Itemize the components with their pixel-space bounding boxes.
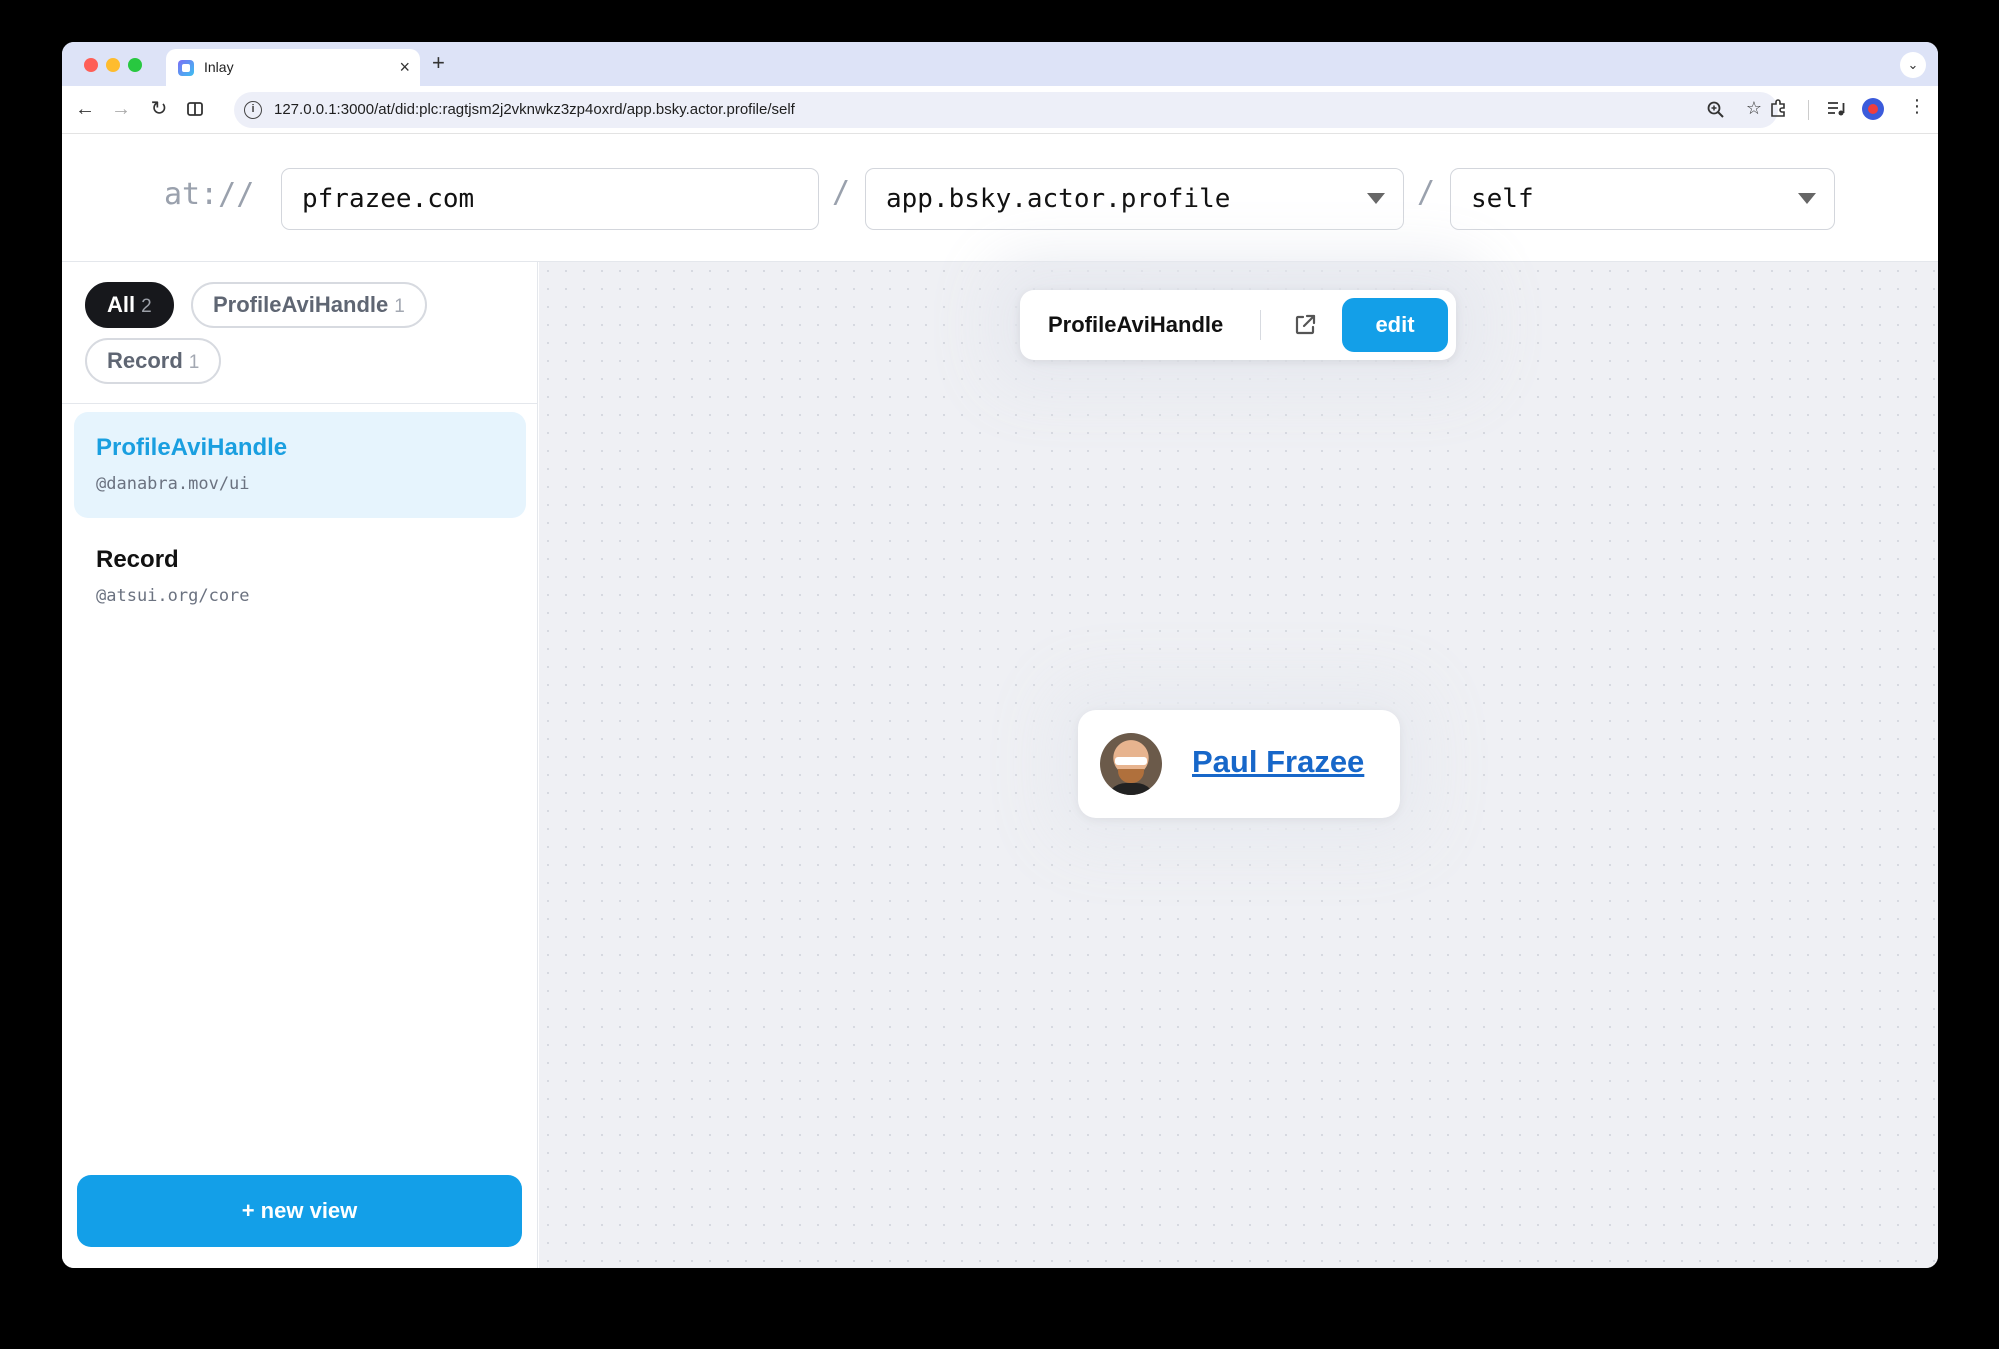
reload-icon[interactable]: ↻ [146,96,172,122]
chevron-down-icon [1798,193,1816,204]
browser-window: Inlay × + ⌄ ← → ↻ i 127.0.0.1:3000/at/di… [62,42,1938,1268]
zoom-icon[interactable] [1706,98,1726,125]
at-protocol-label: at:// [164,177,255,212]
preview-view-title: ProfileAviHandle [1048,312,1224,337]
filter-chip-record[interactable]: Record 1 [85,338,222,384]
browser-tab[interactable]: Inlay × [166,49,420,86]
address-bar[interactable]: i 127.0.0.1:3000/at/did:plc:ragtjsm2j2vk… [234,92,1778,128]
info-icon[interactable]: i [244,101,262,119]
views-sidebar: All 2 ProfileAviHandle 1 Record 1 ProfileAv… [62,262,538,1268]
avatar-glasses [1115,757,1147,765]
filter-chip-profileavihandle[interactable]: ProfileAviHandle 1 [191,282,427,328]
view-item-source: @atsui.org/core [96,586,250,606]
preview-toolbar-divider [1260,310,1261,340]
chevron-down-icon [1367,193,1385,204]
filter-chip-count: 1 [394,296,405,317]
close-window-button[interactable] [84,58,98,72]
tab-strip: Inlay × + ⌄ [62,42,1938,86]
handle-input[interactable]: pfrazee.com [281,168,819,230]
filter-chip-all[interactable]: All 2 [85,282,174,328]
new-view-button[interactable]: + new view [77,1175,522,1247]
avatar-beard [1118,769,1144,783]
rkey-select-value: self [1471,184,1534,214]
avatar-shirt [1106,783,1156,795]
url-text: 127.0.0.1:3000/at/did:plc:ragtjsm2j2vknw… [274,101,795,118]
media-control-icon[interactable] [1826,96,1846,123]
tab-search-chevron-icon[interactable]: ⌄ [1900,52,1926,78]
profile-display-name-link[interactable]: Paul Frazee [1192,744,1364,780]
avatar[interactable] [1100,733,1162,795]
collection-select-value: app.bsky.actor.profile [886,184,1231,214]
at-uri-bar: at:// pfrazee.com / app.bsky.actor.profi… [62,135,1938,262]
arrow-right-icon[interactable]: → [108,96,134,122]
view-item-profileavihandle[interactable]: ProfileAviHandle @danabra.mov/ui [74,412,526,518]
rkey-select[interactable]: self [1450,168,1835,230]
minimize-window-button[interactable] [106,58,120,72]
filter-chip-count: 1 [188,352,200,373]
star-icon[interactable]: ☆ [1746,98,1762,119]
arrow-left-icon[interactable]: ← [72,96,98,122]
tab-close-icon[interactable]: × [399,57,410,77]
handle-input-value: pfrazee.com [302,184,475,214]
inlay-favicon-icon [178,60,194,76]
filter-chip-label: ProfileAviHandle [213,292,389,317]
puzzle-icon[interactable] [1768,96,1788,123]
preview-canvas: ProfileAviHandle edit Paul Frazee [539,262,1938,1268]
sidebar-divider [62,403,537,404]
external-link-icon[interactable] [1292,312,1318,338]
view-item-record[interactable]: Record @atsui.org/core [74,524,526,630]
filter-chip-label: Record [107,348,183,373]
view-item-name: ProfileAviHandle [96,434,288,461]
uri-separator: / [832,175,851,210]
filter-chip-label: All [107,292,136,317]
tab-title: Inlay [204,59,234,75]
edit-button[interactable]: edit [1342,298,1448,352]
preview-toolbar: ProfileAviHandle edit [1020,290,1456,360]
filter-chip-count: 2 [141,296,152,317]
new-tab-button[interactable]: + [432,51,445,75]
profile-avatar-icon[interactable] [1862,98,1884,120]
app-root: at:// pfrazee.com / app.bsky.actor.profi… [62,135,1938,1268]
collection-select[interactable]: app.bsky.actor.profile [865,168,1404,230]
profile-avi-handle-card: Paul Frazee [1078,710,1400,818]
view-item-source: @danabra.mov/ui [96,474,250,494]
toolbar-divider [1808,100,1809,120]
zoom-window-button[interactable] [128,58,142,72]
split-view-icon[interactable] [182,96,208,122]
kebab-menu-icon[interactable]: ⋮ [1908,96,1926,117]
uri-separator: / [1417,175,1436,210]
view-item-name: Record [96,546,179,573]
browser-toolbar: ← → ↻ i 127.0.0.1:3000/at/did:plc:ragtjs… [62,86,1938,134]
